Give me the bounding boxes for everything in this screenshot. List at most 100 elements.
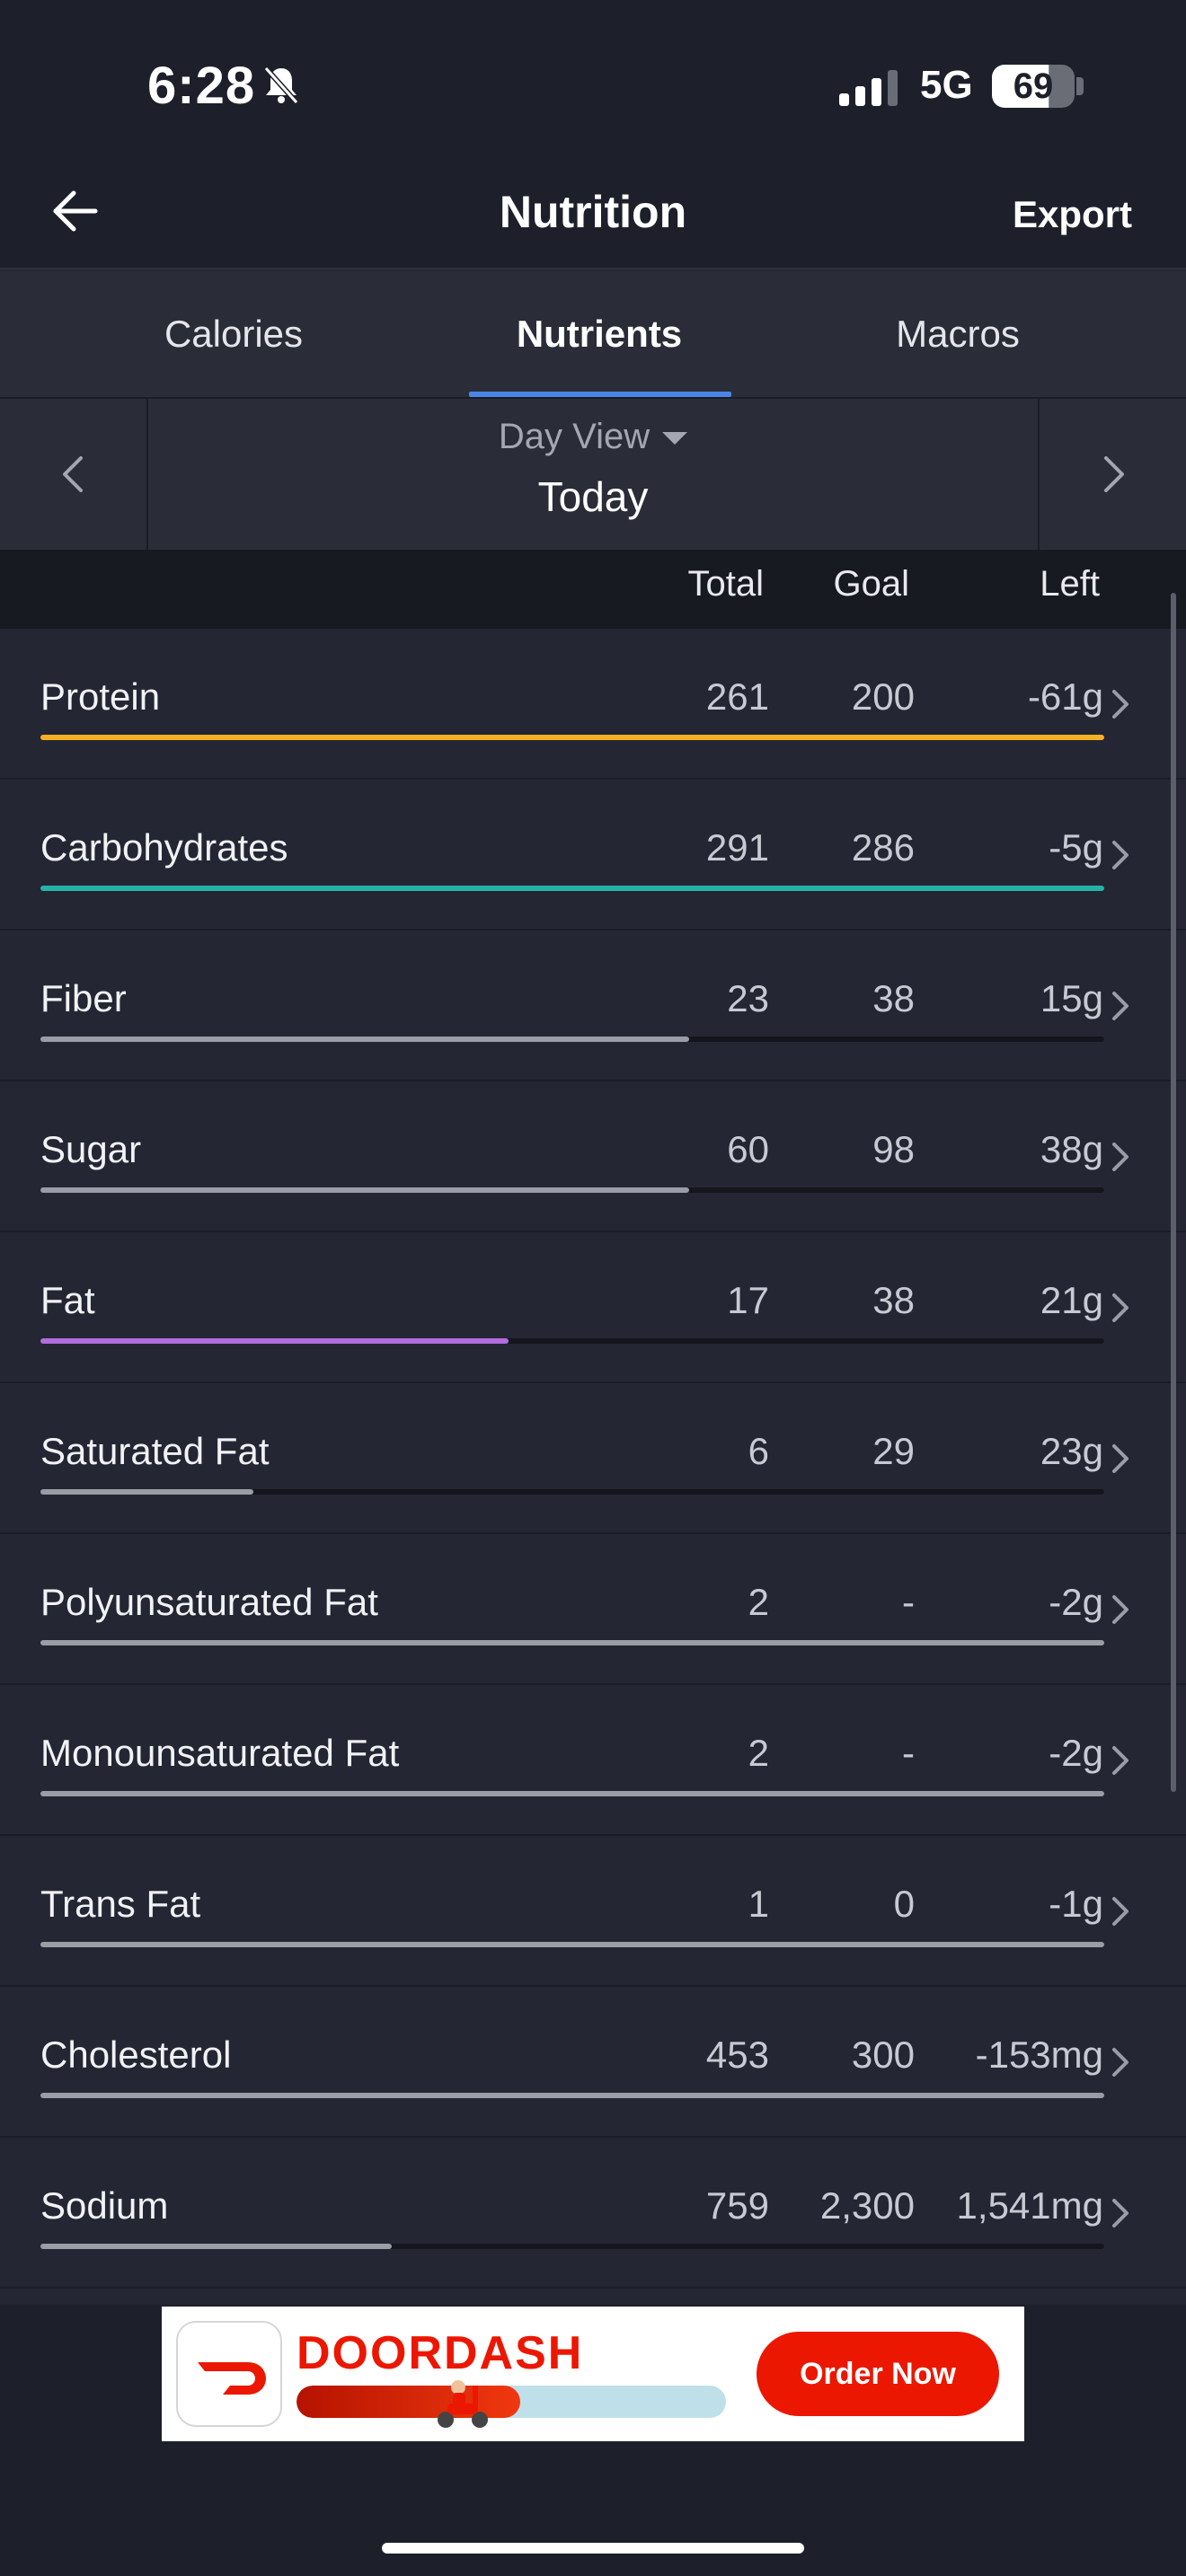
nutrient-total: 453 [705, 2033, 769, 2076]
nutrient-row[interactable]: Fiber 23 38 15g [0, 931, 1186, 1081]
tab-bar: Calories Nutrients Macros [0, 271, 1186, 399]
chevron-right-icon [1112, 1746, 1128, 1775]
scrollbar[interactable] [1171, 593, 1176, 1792]
nutrient-name: Fat [40, 1279, 95, 1321]
nutrient-left: -61g [1027, 675, 1103, 718]
ad-progress-bar [296, 2386, 726, 2418]
nutrient-name: Fiber [40, 977, 127, 1019]
progress-fill [40, 2244, 392, 2249]
column-goal: Goal [833, 564, 910, 604]
network-label: 5G [920, 63, 973, 107]
progress-fill [40, 1489, 253, 1495]
progress-fill [40, 1640, 1104, 1645]
nutrient-total: 261 [705, 675, 769, 718]
nutrient-left: -2g [1049, 1732, 1103, 1774]
nutrient-row[interactable]: Cholesterol 453 300 -153mg [0, 1987, 1186, 2138]
nav-header: Nutrition Export [0, 157, 1186, 269]
status-bar: 6:28 5G 69 [0, 0, 1186, 157]
nutrient-left: 21g [1040, 1279, 1103, 1321]
nutrient-left: -153mg [975, 2033, 1103, 2076]
nutrient-list: Protein 261 200 -61g Carbohydrates 291 286 -5g F… [0, 629, 1186, 2289]
next-day-button[interactable] [1038, 399, 1186, 550]
nutrient-goal: 0 [893, 1883, 915, 1925]
nutrient-goal: 98 [872, 1128, 915, 1170]
status-time: 6:28 [147, 57, 256, 115]
tab-nutrients[interactable]: Nutrients [451, 313, 748, 356]
nutrient-row[interactable]: Protein 261 200 -61g [0, 629, 1186, 780]
tab-calories[interactable]: Calories [85, 313, 382, 356]
progress-fill [40, 1791, 1104, 1796]
chevron-right-icon [1112, 690, 1128, 719]
export-button[interactable]: Export [1013, 193, 1132, 236]
chevron-right-icon [1112, 1444, 1128, 1473]
nutrient-row[interactable]: Saturated Fat 6 29 23g [0, 1383, 1186, 1534]
progress-fill [40, 1187, 690, 1193]
nutrient-row[interactable]: Monounsaturated Fat 2 - -2g [0, 1685, 1186, 1836]
column-total: Total [687, 564, 765, 604]
nutrient-name: Polyunsaturated Fat [40, 1581, 378, 1623]
progress-fill [40, 1942, 1104, 1947]
nutrient-goal: 286 [851, 826, 915, 869]
scooter-icon [438, 2380, 488, 2428]
chevron-right-icon [1112, 1595, 1128, 1624]
nutrient-total: 1 [748, 1883, 769, 1925]
battery-tip [1076, 77, 1084, 95]
nutrient-name: Trans Fat [40, 1883, 201, 1925]
nutrient-goal: 29 [872, 1430, 915, 1472]
chevron-right-icon [1112, 1897, 1128, 1926]
nutrient-left: -1g [1049, 1883, 1103, 1925]
nutrient-left: 38g [1040, 1128, 1103, 1170]
nutrient-goal: 38 [872, 977, 915, 1019]
nutrient-total: 6 [748, 1430, 769, 1472]
progress-track [40, 1037, 1104, 1042]
chevron-right-icon [1112, 992, 1128, 1020]
progress-fill [40, 2093, 1104, 2098]
chevron-right-icon [1112, 2199, 1128, 2228]
order-now-button[interactable]: Order Now [757, 2332, 999, 2416]
nutrient-row[interactable]: Sodium 759 2,300 1,541mg [0, 2138, 1186, 2289]
nutrient-goal: 200 [851, 675, 915, 718]
chevron-right-icon [1112, 841, 1128, 869]
nutrient-row[interactable]: Trans Fat 1 0 -1g [0, 1836, 1186, 1987]
nutrient-left: -2g [1049, 1581, 1103, 1623]
day-view-label: Day View [498, 417, 651, 456]
nutrient-total: 759 [705, 2184, 769, 2227]
chevron-right-icon [1112, 1293, 1128, 1322]
nutrient-goal: - [902, 1581, 915, 1623]
nutrient-left: 1,541mg [956, 2184, 1103, 2227]
progress-track [40, 886, 1104, 891]
progress-track [40, 1489, 1104, 1495]
battery-level: 69 [1013, 66, 1054, 106]
progress-track [40, 735, 1104, 740]
nutrient-total: 291 [705, 826, 769, 869]
nutrient-total: 23 [727, 977, 769, 1019]
date-navigator: Day View Today [0, 399, 1186, 550]
nutrient-name: Protein [40, 675, 161, 718]
nutrient-row[interactable]: Fat 17 38 21g [0, 1232, 1186, 1383]
home-indicator[interactable] [382, 2543, 804, 2554]
tab-macros[interactable]: Macros [810, 313, 1106, 356]
nutrient-row[interactable]: Sugar 60 98 38g [0, 1081, 1186, 1232]
column-left: Left [1040, 564, 1100, 604]
progress-track [40, 1338, 1104, 1344]
doordash-logo-icon [176, 2321, 282, 2427]
nutrient-name: Cholesterol [40, 2033, 232, 2076]
column-header: Total Goal Left [0, 550, 1186, 629]
progress-fill [40, 735, 1104, 740]
nutrient-row[interactable]: Carbohydrates 291 286 -5g [0, 780, 1186, 931]
chevron-right-icon [1104, 456, 1124, 492]
cellular-signal-icon [839, 70, 898, 106]
day-view-dropdown[interactable]: Day View [0, 417, 1186, 457]
progress-track [40, 1791, 1104, 1796]
chevron-right-icon [1112, 2048, 1128, 2077]
nutrient-total: 60 [727, 1128, 769, 1170]
nutrient-left: -5g [1049, 826, 1103, 869]
nutrient-goal: - [902, 1732, 915, 1774]
nutrient-row[interactable]: Polyunsaturated Fat 2 - -2g [0, 1534, 1186, 1685]
nutrient-left: 15g [1040, 977, 1103, 1019]
progress-track [40, 2093, 1104, 2098]
progress-track [40, 2244, 1104, 2249]
progress-track [40, 1942, 1104, 1947]
ad-banner[interactable]: DOORDASH Order Now [162, 2307, 1024, 2441]
nutrient-total: 2 [748, 1732, 769, 1774]
